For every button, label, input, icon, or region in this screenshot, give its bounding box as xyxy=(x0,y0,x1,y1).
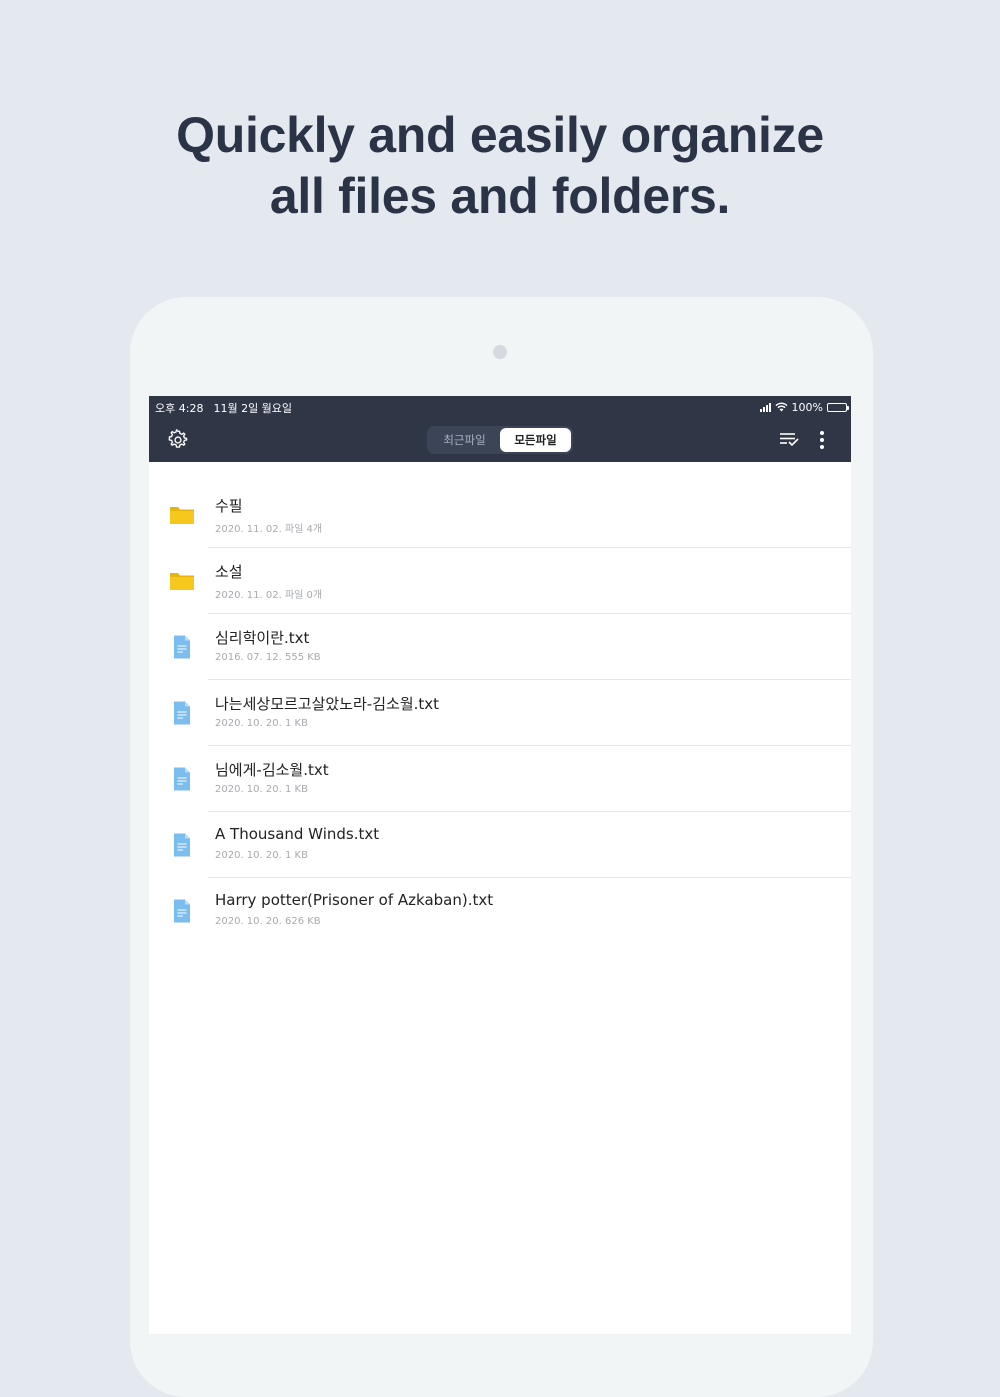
headline-line-1: Quickly and easily organize xyxy=(176,107,824,163)
signal-icon xyxy=(759,402,771,412)
camera-dot xyxy=(493,345,507,359)
item-name: 심리학이란.txt xyxy=(215,629,310,647)
item-name: 님에게-김소월.txt xyxy=(215,761,329,779)
list-item-file[interactable]: 나는세상모르고살았노라-김소월.txt 2020. 10. 20. 1 KB xyxy=(149,680,851,746)
more-vertical-icon[interactable] xyxy=(817,430,827,450)
status-time: 오후 4:28 xyxy=(155,402,204,415)
sort-check-icon[interactable] xyxy=(779,431,799,447)
item-meta: 2020. 11. 02. 파일 0개 xyxy=(215,590,323,601)
tab-recent-files[interactable]: 최근파일 xyxy=(429,428,500,452)
text-file-icon xyxy=(174,833,190,857)
tab-all-files[interactable]: 모든파일 xyxy=(500,428,571,452)
status-bar-left: 오후 4:28 11월 2일 월요일 xyxy=(155,400,292,416)
folder-icon xyxy=(170,507,194,524)
item-name: A Thousand Winds.txt xyxy=(215,825,380,843)
battery-percent: 100% xyxy=(791,400,823,414)
item-meta: 2020. 10. 20. 1 KB xyxy=(215,850,308,861)
text-file-icon xyxy=(174,635,190,659)
view-segmented-control: 최근파일 모든파일 xyxy=(427,426,573,454)
item-meta: 2020. 10. 20. 626 KB xyxy=(215,916,321,927)
folder-icon xyxy=(170,573,194,590)
list-item-file[interactable]: 님에게-김소월.txt 2020. 10. 20. 1 KB xyxy=(149,746,851,812)
text-file-icon xyxy=(174,701,190,725)
list-item-file[interactable]: Harry potter(Prisoner of Azkaban).txt 20… xyxy=(149,878,851,944)
list-item-file[interactable]: A Thousand Winds.txt 2020. 10. 20. 1 KB xyxy=(149,812,851,878)
list-item-file[interactable]: 심리학이란.txt 2016. 07. 12. 555 KB xyxy=(149,614,851,680)
item-name: 소설 xyxy=(215,563,243,581)
battery-icon xyxy=(827,402,849,412)
item-meta: 2020. 11. 02. 파일 4개 xyxy=(215,524,323,535)
list-item-folder[interactable]: 소설 2020. 11. 02. 파일 0개 xyxy=(149,548,851,614)
wifi-icon xyxy=(775,402,788,412)
file-list: 수필 2020. 11. 02. 파일 4개 소설 2020. 11. 02. … xyxy=(149,482,851,944)
headline-line-2: all files and folders. xyxy=(269,168,731,224)
app-screen: 오후 4:28 11월 2일 월요일 100% 최근파일 모든파일 수필 202… xyxy=(149,396,851,1334)
top-bar: 오후 4:28 11월 2일 월요일 100% 최근파일 모든파일 xyxy=(149,396,851,462)
list-item-folder[interactable]: 수필 2020. 11. 02. 파일 4개 xyxy=(149,482,851,548)
status-date: 11월 2일 월요일 xyxy=(213,402,293,415)
item-name: 수필 xyxy=(215,497,243,515)
settings-gear-icon[interactable] xyxy=(167,429,189,451)
item-name: 나는세상모르고살았노라-김소월.txt xyxy=(215,695,440,713)
item-meta: 2020. 10. 20. 1 KB xyxy=(215,784,308,795)
status-bar-right: 100% xyxy=(759,400,849,414)
item-name: Harry potter(Prisoner of Azkaban).txt xyxy=(215,891,494,909)
text-file-icon xyxy=(174,899,190,923)
headline: Quickly and easily organize all files an… xyxy=(0,105,1000,227)
item-meta: 2020. 10. 20. 1 KB xyxy=(215,718,308,729)
item-meta: 2016. 07. 12. 555 KB xyxy=(215,652,321,663)
text-file-icon xyxy=(174,767,190,791)
